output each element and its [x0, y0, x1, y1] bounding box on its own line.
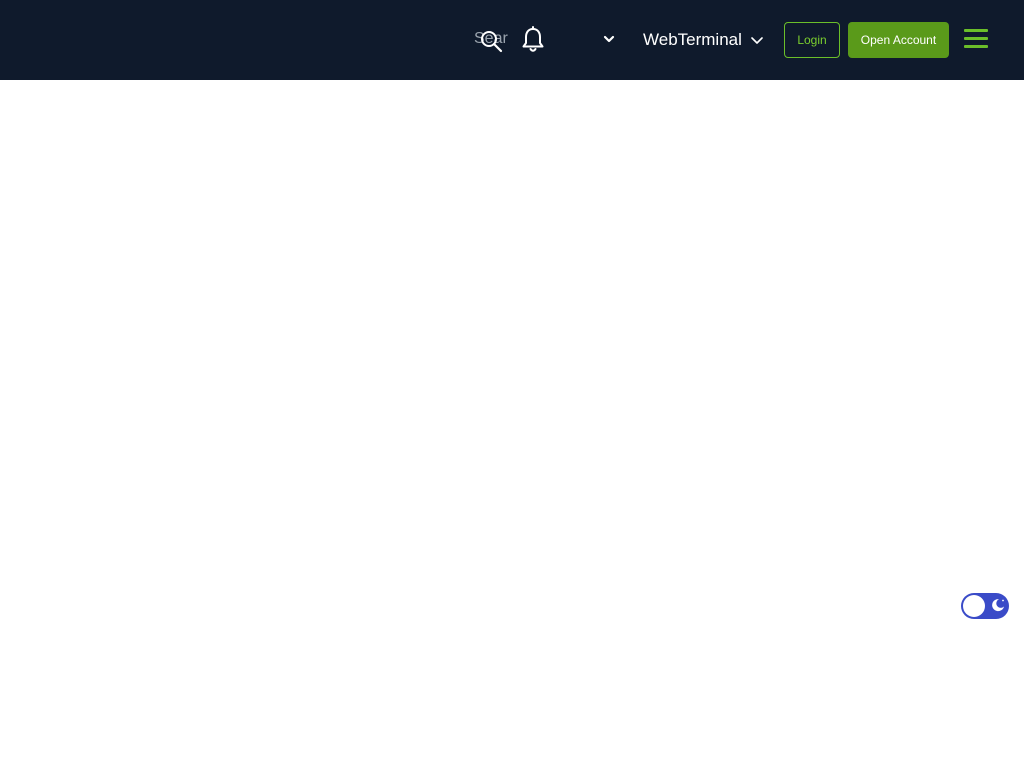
open-account-button[interactable]: Open Account — [848, 22, 949, 58]
language-chevron-down-icon[interactable] — [600, 30, 618, 48]
search-icon — [481, 31, 503, 53]
webterminal-label: WebTerminal — [643, 30, 742, 49]
webterminal-dropdown[interactable]: WebTerminal — [643, 26, 764, 54]
menu-bar — [964, 37, 988, 40]
chevron-down-icon — [751, 37, 763, 44]
menu-bar — [964, 29, 988, 32]
moon-icon — [992, 599, 1004, 612]
menu-bar — [964, 45, 988, 48]
theme-toggle[interactable] — [961, 593, 1009, 619]
search-button[interactable]: Sear — [474, 28, 510, 53]
hamburger-menu-icon[interactable] — [964, 29, 988, 49]
bell-icon[interactable] — [520, 26, 546, 54]
login-button[interactable]: Login — [784, 22, 840, 58]
toggle-knob — [963, 595, 985, 617]
top-navigation-bar: Sear WebTerminal Login Open Account — [0, 0, 1024, 80]
